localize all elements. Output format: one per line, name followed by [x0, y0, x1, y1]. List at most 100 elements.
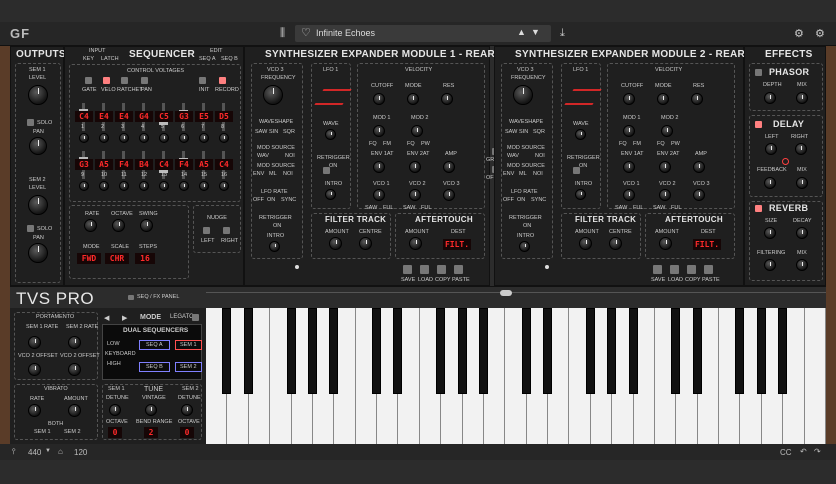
black-key[interactable] — [478, 308, 488, 394]
mod2-mod2-knob[interactable] — [661, 125, 673, 137]
mod1-env2at-knob[interactable] — [409, 161, 421, 173]
seq-fx-panel-button[interactable] — [128, 295, 134, 300]
black-key[interactable] — [628, 308, 638, 394]
sem1-pan-knob[interactable] — [29, 137, 47, 155]
record-button[interactable] — [219, 77, 226, 84]
sem2-solo-button[interactable] — [27, 225, 34, 232]
steps-display[interactable]: 16 — [135, 253, 155, 264]
tuning-value[interactable]: 440 — [28, 448, 41, 457]
delay-mix-knob[interactable] — [796, 177, 808, 189]
top-step-knob[interactable] — [99, 133, 109, 143]
black-key[interactable] — [372, 308, 382, 394]
favorite-icon[interactable]: ♡ — [301, 26, 311, 39]
tuning-dropdown-icon[interactable]: ▼ — [45, 448, 51, 454]
black-key[interactable] — [521, 308, 531, 394]
mod1-intro-2-knob[interactable] — [325, 189, 336, 200]
settings-icon[interactable]: ⚙ — [815, 27, 825, 40]
mod2-paste-button[interactable] — [704, 265, 713, 274]
mod2-cutoff-knob[interactable] — [623, 93, 635, 105]
init-button[interactable] — [199, 77, 206, 84]
gate-button[interactable] — [85, 77, 92, 84]
mod1-save-button[interactable] — [403, 265, 412, 274]
mod1-mode-knob[interactable] — [407, 93, 419, 105]
mod1-mod1-knob[interactable] — [373, 125, 385, 137]
mod2-env1at-knob[interactable] — [623, 161, 635, 173]
strip-handle-icon[interactable] — [500, 290, 512, 296]
mod2-wave-knob[interactable] — [575, 129, 586, 140]
top-step-display[interactable]: E4 — [95, 111, 113, 122]
mod1-vco3-v-knob[interactable] — [443, 189, 455, 201]
mod1-load-button[interactable] — [420, 265, 429, 274]
tuning-icon[interactable]: ⫯ — [12, 447, 15, 457]
mixer-icon[interactable]: ⚙ — [794, 27, 804, 40]
seq-a-routing[interactable]: SEQ A — [139, 340, 170, 350]
sem2-pan-knob[interactable] — [28, 243, 48, 263]
mod2-env2at-knob[interactable] — [659, 161, 671, 173]
black-key[interactable] — [286, 308, 296, 394]
black-key[interactable] — [329, 308, 339, 394]
piano-keyboard[interactable] — [206, 308, 826, 444]
bottom-step-display[interactable]: B4 — [135, 159, 153, 170]
mod2-frequency-knob[interactable] — [513, 85, 533, 105]
prev-preset-icon[interactable]: ▲ — [517, 27, 526, 37]
mod2-copy-button[interactable] — [687, 265, 696, 274]
white-key[interactable] — [804, 308, 826, 444]
mod2-retrigger-button[interactable] — [573, 167, 580, 174]
delay-sync-icon[interactable] — [782, 158, 789, 165]
bottom-step-knob[interactable] — [119, 181, 129, 191]
mod2-centre-knob[interactable] — [609, 237, 622, 250]
mod1-wave-knob[interactable] — [325, 129, 336, 140]
sem2-routing[interactable]: SEM 2 — [175, 362, 202, 372]
ratchet-button[interactable] — [121, 77, 128, 84]
sem1-routing[interactable]: SEM 1 — [175, 340, 202, 350]
octave-1-display[interactable]: 0 — [108, 427, 122, 438]
mod2-res-knob[interactable] — [691, 93, 703, 105]
black-key[interactable] — [671, 308, 681, 394]
legato-button[interactable] — [192, 314, 199, 321]
bottom-step-knob[interactable] — [199, 181, 209, 191]
black-key[interactable] — [222, 308, 232, 394]
mod2-load-button[interactable] — [670, 265, 679, 274]
mod1-cutoff-knob[interactable] — [373, 93, 385, 105]
delay-power-button[interactable] — [755, 121, 762, 128]
library-icon[interactable]: ⫼ — [280, 27, 285, 40]
phasor-mix-knob[interactable] — [796, 92, 808, 104]
mod1-amp-knob[interactable] — [443, 161, 455, 173]
mod2-vco2-knob[interactable] — [659, 189, 671, 201]
phasor-power-button[interactable] — [755, 69, 762, 76]
mod1-retrigger-button[interactable] — [323, 167, 330, 174]
mod1-amount-knob[interactable] — [329, 237, 342, 250]
mod1-dest-display[interactable]: FILT. — [443, 239, 471, 250]
pan-button[interactable] — [141, 77, 148, 84]
mode-display[interactable]: FWD — [77, 253, 101, 264]
black-key[interactable] — [436, 308, 446, 394]
tempo-value[interactable]: 120 — [74, 448, 87, 457]
mod1-aftertouch-amount-knob[interactable] — [409, 237, 422, 250]
top-step-knob[interactable] — [139, 133, 149, 143]
seq-b-routing[interactable]: SEQ B — [139, 362, 170, 372]
reverb-mix-knob[interactable] — [796, 259, 808, 271]
bottom-step-display[interactable]: F4 — [115, 159, 133, 170]
download-icon[interactable]: ⤓ — [560, 27, 565, 40]
next-preset-icon[interactable]: ▼ — [531, 27, 540, 37]
octave-2-display[interactable]: 0 — [180, 427, 194, 438]
velo-button[interactable] — [103, 77, 110, 84]
top-step-display[interactable]: E4 — [115, 111, 133, 122]
top-step-display[interactable]: D5 — [215, 111, 233, 122]
reverb-filtering-knob[interactable] — [764, 259, 776, 271]
black-key[interactable] — [307, 308, 317, 394]
undo-icon[interactable]: ↶ — [800, 447, 807, 456]
mod2-vco1-knob[interactable] — [623, 189, 635, 201]
sem2-level-knob[interactable] — [28, 195, 48, 215]
black-key[interactable] — [735, 308, 745, 394]
top-step-knob[interactable] — [219, 133, 229, 143]
bend-range-display[interactable]: 2 — [144, 427, 158, 438]
top-step-display[interactable]: C5 — [155, 111, 173, 122]
mod1-mod2-knob[interactable] — [411, 125, 423, 137]
delay-feedback-knob[interactable] — [764, 177, 776, 189]
delay-left-knob[interactable] — [765, 143, 777, 155]
redo-icon[interactable]: ↷ — [814, 447, 821, 456]
vco2-offset-2-knob[interactable] — [68, 363, 81, 376]
detune-2-knob[interactable] — [181, 404, 193, 416]
mod2-aftertouch-amount-knob[interactable] — [659, 237, 672, 250]
